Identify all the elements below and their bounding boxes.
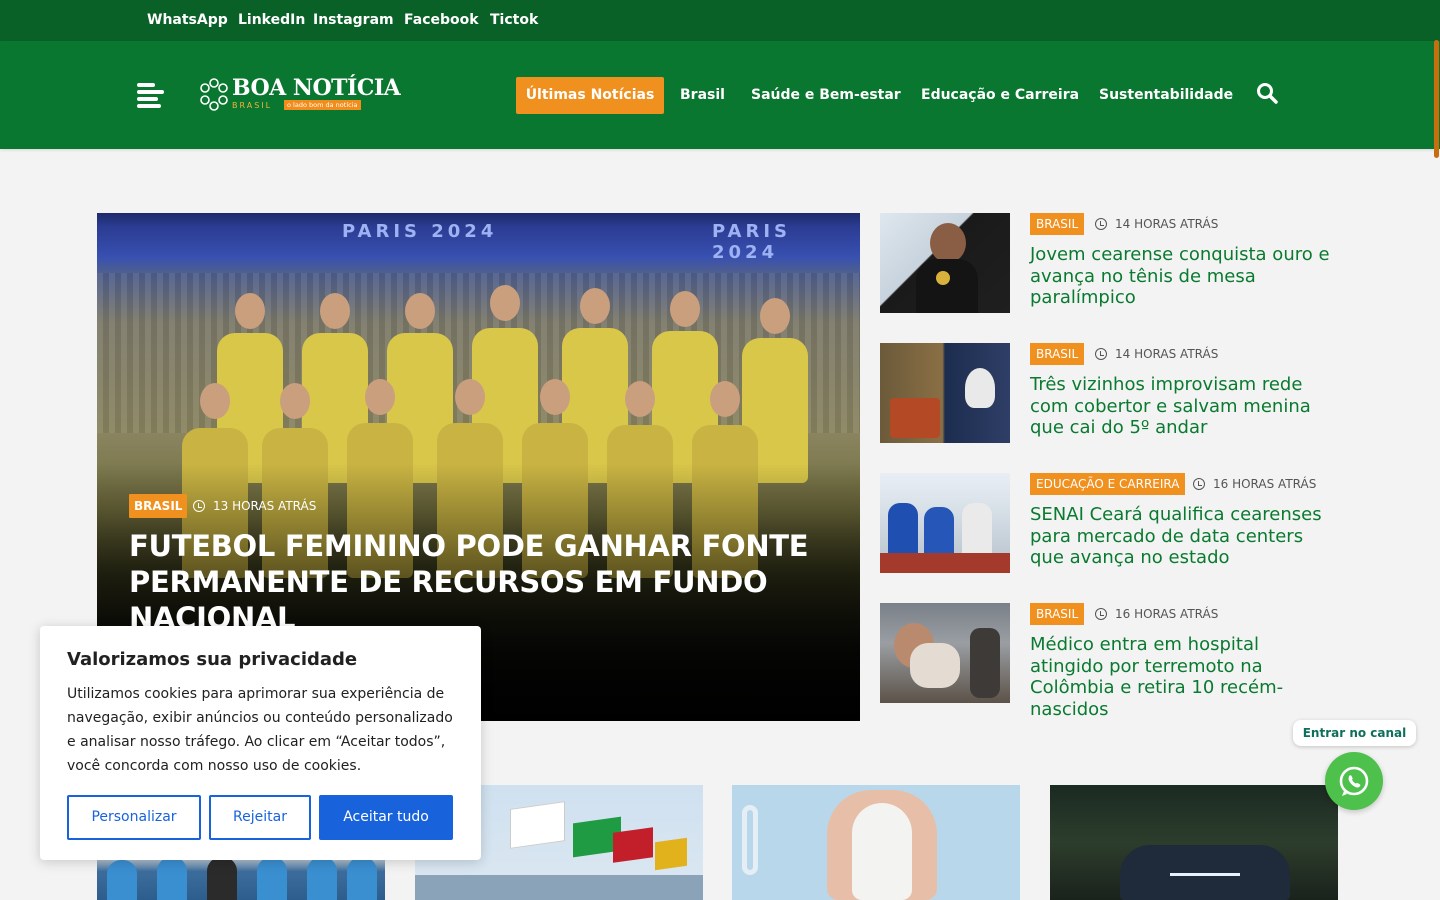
social-topbar: WhatsApp LinkedIn Instagram Facebook Tic… [0, 0, 1440, 41]
news-thumbnail[interactable] [880, 603, 1010, 703]
tiktok-link[interactable]: Tictok [490, 12, 538, 28]
hamburger-icon[interactable] [137, 83, 164, 109]
news-headline[interactable]: Três vizinhos improvisam rede com cobert… [1030, 374, 1335, 439]
news-headline[interactable]: Médico entra em hospital atingido por te… [1030, 634, 1335, 720]
hero-category-badge[interactable]: BRASIL [129, 494, 188, 518]
clock-icon [1095, 218, 1107, 230]
hero-image-banner: PARIS 2024 [342, 221, 498, 242]
side-news-item[interactable]: EDUCAÇÃO E CARREIRA 16 HORAS ATRÁS SENAI… [880, 473, 1340, 583]
logo-flower-icon [200, 78, 228, 111]
clock-icon [1095, 348, 1107, 360]
logo-title: BOA NOTÍCIA [232, 75, 401, 101]
hero-time: 13 HORAS ATRÁS [193, 499, 316, 513]
whatsapp-icon [1339, 766, 1369, 796]
news-headline[interactable]: Jovem cearense conquista ouro e avança n… [1030, 244, 1335, 309]
hero-headline[interactable]: Futebol feminino pode ganhar fonte perma… [129, 528, 829, 636]
logo-tagline: o lado bom da notícia [284, 100, 361, 110]
news-time: 16 HORAS ATRÁS [1193, 477, 1316, 491]
whatsapp-float-button[interactable] [1325, 752, 1383, 810]
side-news-item[interactable]: BRASIL 14 HORAS ATRÁS Três vizinhos impr… [880, 343, 1340, 453]
news-thumbnail[interactable] [880, 343, 1010, 443]
cookie-text: Utilizamos cookies para aprimorar sua ex… [67, 686, 453, 774]
nav-saude[interactable]: Saúde e Bem-estar [751, 87, 901, 103]
scrollbar[interactable] [1434, 40, 1439, 158]
news-card-image[interactable] [1050, 785, 1338, 900]
news-time: 16 HORAS ATRÁS [1095, 607, 1218, 621]
main-header: BOA NOTÍCIA BRASIL o lado bom da notícia… [0, 41, 1440, 149]
clock-icon [193, 500, 205, 512]
category-badge[interactable]: EDUCAÇÃO E CARREIRA [1030, 473, 1186, 495]
side-news-item[interactable]: BRASIL 16 HORAS ATRÁS Médico entra em ho… [880, 603, 1340, 720]
linkedin-link[interactable]: LinkedIn [238, 12, 305, 28]
hero-image-banner: PARIS 2024 [712, 221, 791, 263]
logo-subtitle: BRASIL [232, 101, 273, 110]
side-news-item[interactable]: BRASIL 14 HORAS ATRÁS Jovem cearense con… [880, 213, 1340, 323]
instagram-link[interactable]: Instagram [313, 12, 394, 28]
clock-icon [1193, 478, 1205, 490]
category-badge[interactable]: BRASIL [1030, 603, 1085, 625]
accept-all-button[interactable]: Aceitar tudo [319, 795, 453, 840]
category-badge[interactable]: BRASIL [1030, 343, 1085, 365]
whatsapp-link[interactable]: WhatsApp [147, 12, 228, 28]
site-logo[interactable]: BOA NOTÍCIA BRASIL o lado bom da notícia [198, 75, 401, 115]
nav-ultimas-noticias[interactable]: Últimas Notícias [516, 77, 664, 114]
news-thumbnail[interactable] [880, 473, 1010, 573]
news-card-image[interactable] [732, 785, 1020, 900]
customize-button[interactable]: Personalizar [67, 795, 201, 840]
whatsapp-channel-label[interactable]: Entrar no canal [1293, 720, 1416, 746]
news-headline[interactable]: SENAI Ceará qualifica cearenses para mer… [1030, 504, 1335, 569]
news-thumbnail[interactable] [880, 213, 1010, 313]
nav-sustentabilidade[interactable]: Sustentabilidade [1099, 87, 1233, 103]
reject-button[interactable]: Rejeitar [209, 795, 311, 840]
cookie-consent-dialog: Valorizamos sua privacidade Utilizamos c… [40, 626, 481, 860]
facebook-link[interactable]: Facebook [404, 12, 479, 28]
nav-educacao[interactable]: Educação e Carreira [921, 87, 1079, 103]
cookie-title: Valorizamos sua privacidade [67, 649, 358, 670]
hero-time-text: 13 HORAS ATRÁS [213, 499, 317, 513]
search-icon[interactable] [1256, 82, 1278, 104]
nav-brasil[interactable]: Brasil [680, 87, 725, 103]
news-time: 14 HORAS ATRÁS [1095, 347, 1218, 361]
category-badge[interactable]: BRASIL [1030, 213, 1085, 235]
clock-icon [1095, 608, 1107, 620]
news-time: 14 HORAS ATRÁS [1095, 217, 1218, 231]
